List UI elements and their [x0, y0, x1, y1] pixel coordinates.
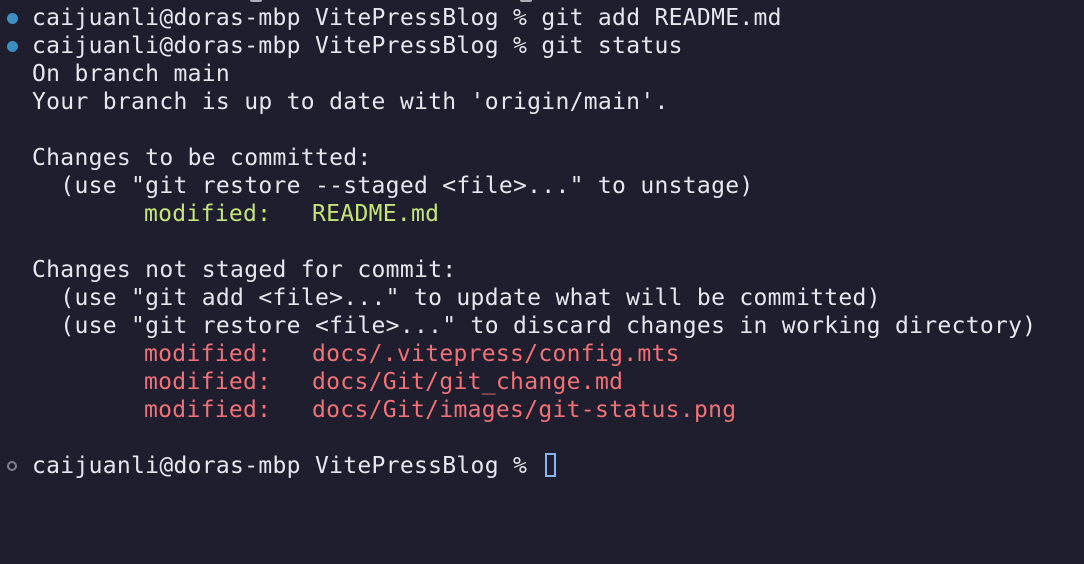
unstaged-file-status: modified:: [144, 397, 272, 423]
command-success-icon[interactable]: [7, 13, 18, 24]
upstream-line: Your branch is up to date with 'origin/m…: [32, 89, 669, 115]
branch-line: On branch main: [32, 61, 231, 87]
output-line: Your branch is up to date with 'origin/m…: [0, 88, 668, 116]
terminal-cursor[interactable]: [545, 453, 557, 477]
unstaged-file-row: modified: docs/Git/git_change.md: [0, 368, 623, 396]
command-pending-icon: [7, 461, 17, 471]
output-line: (use "git restore --staged <file>..." to…: [0, 172, 753, 200]
unstaged-hint: (use "git restore <file>..." to discard …: [32, 313, 1037, 339]
command: git add README.md: [541, 5, 782, 31]
output-line: On branch main: [0, 60, 230, 88]
input-line[interactable]: caijuanli@doras-mbp VitePressBlog %: [0, 452, 557, 480]
output-line: (use "git add <file>..." to update what …: [0, 284, 880, 312]
staged-header: Changes to be committed:: [32, 145, 372, 171]
output-line: Changes not staged for commit:: [0, 256, 456, 284]
terminal-window[interactable]: caijuanli@doras-mbp VitePressBlog % git …: [0, 0, 1084, 492]
previous-output-fragment: [250, 0, 262, 2]
staged-file-row: modified: README.md: [0, 200, 439, 228]
unstaged-file-path: docs/.vitepress/config.mts: [312, 341, 680, 367]
unstaged-file-path: docs/Git/git_change.md: [312, 369, 624, 395]
command-success-icon[interactable]: [7, 41, 18, 52]
output-line: (use "git restore <file>..." to discard …: [0, 312, 1036, 340]
command-text: caijuanli@doras-mbp VitePressBlog % git …: [32, 4, 782, 32]
command-line: caijuanli@doras-mbp VitePressBlog % git …: [0, 32, 682, 60]
unstaged-file-status: modified:: [144, 341, 272, 367]
prompt: caijuanli@doras-mbp VitePressBlog %: [32, 453, 542, 479]
staged-file-status: modified:: [144, 201, 272, 227]
command-text[interactable]: caijuanli@doras-mbp VitePressBlog %: [32, 452, 557, 480]
command: git status: [541, 33, 683, 59]
staged-file-path: README.md: [312, 201, 440, 227]
unstaged-file-row: modified: docs/Git/images/git-status.png: [0, 396, 736, 424]
unstaged-hint: (use "git add <file>..." to update what …: [32, 285, 881, 311]
scrolled-previous-output: [0, 0, 1084, 3]
unstaged-header: Changes not staged for commit:: [32, 257, 457, 283]
unstaged-file-row: modified: docs/.vitepress/config.mts: [0, 340, 680, 368]
unstaged-file-path: docs/Git/images/git-status.png: [312, 397, 737, 423]
staged-hint: (use "git restore --staged <file>..." to…: [32, 173, 754, 199]
previous-output-fragment: [520, 0, 532, 2]
prompt: caijuanli@doras-mbp VitePressBlog %: [32, 33, 542, 59]
command-line: caijuanli@doras-mbp VitePressBlog % git …: [0, 4, 782, 32]
prompt: caijuanli@doras-mbp VitePressBlog %: [32, 5, 542, 31]
output-line: Changes to be committed:: [0, 144, 371, 172]
command-text: caijuanli@doras-mbp VitePressBlog % git …: [32, 32, 683, 60]
unstaged-file-status: modified:: [144, 369, 272, 395]
